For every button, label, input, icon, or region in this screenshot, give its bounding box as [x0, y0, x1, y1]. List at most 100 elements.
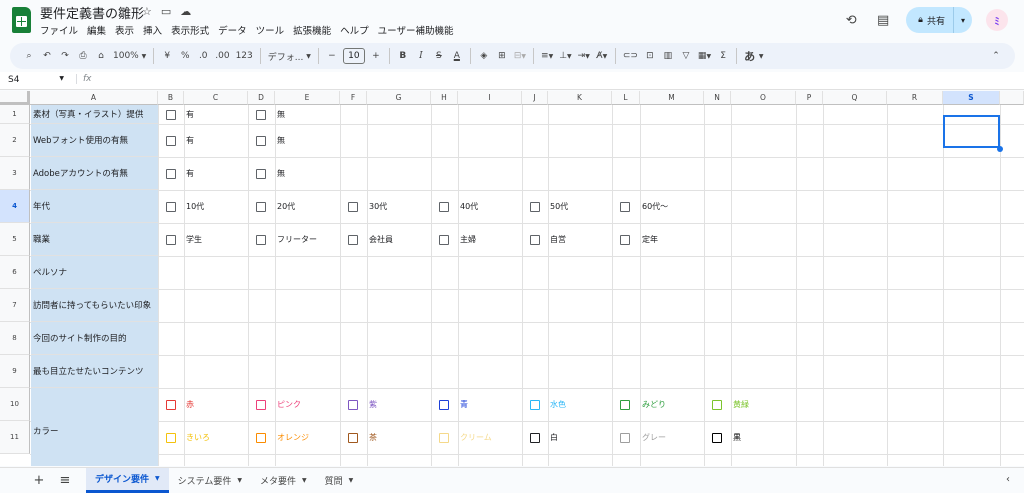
column-header-r[interactable]: R [887, 91, 943, 105]
color-checkbox[interactable] [620, 399, 630, 410]
decrease-decimal-button[interactable]: .0 [194, 46, 212, 66]
label-cell[interactable]: カラー [31, 388, 158, 466]
collapse-toolbar-icon[interactable]: ⌃ [987, 46, 1005, 66]
checkbox[interactable] [256, 168, 266, 179]
undo-icon[interactable]: ↶ [38, 46, 56, 66]
font-size-input[interactable]: 10 [342, 48, 365, 64]
history-icon[interactable]: ⟲ [842, 13, 860, 28]
spreadsheet-grid[interactable]: A B C D E F G H I J K L M N O P Q R S 1 2 3 4 5 6 7 8 9 10 11 素材（写真・イラ… [0, 91, 1024, 466]
redo-icon[interactable]: ↷ [56, 46, 74, 66]
borders-icon[interactable]: ⊞ [493, 46, 511, 66]
color-checkbox[interactable] [166, 432, 176, 443]
color-checkbox[interactable] [348, 399, 358, 410]
add-sheet-icon[interactable]: + [26, 473, 52, 488]
checkbox[interactable] [439, 201, 449, 212]
all-sheets-icon[interactable]: ≡ [52, 473, 78, 488]
row-header-1[interactable]: 1 [0, 105, 30, 124]
text-rotation-icon[interactable]: A̸ ▼ [593, 46, 611, 66]
sheet-tab[interactable]: デザイン要件 ▼ [86, 467, 169, 493]
checkbox[interactable] [256, 135, 266, 146]
menu-edit[interactable]: 編集 [87, 23, 106, 37]
label-cell[interactable]: 今回のサイト制作の目的 [31, 322, 158, 355]
column-header-o[interactable]: O [731, 91, 796, 105]
horizontal-align-icon[interactable]: ≡ ▼ [538, 46, 556, 66]
star-icon[interactable]: ☆ [142, 5, 152, 18]
text-color-icon[interactable]: A [448, 46, 466, 66]
row-header-2[interactable]: 2 [0, 124, 30, 157]
checkbox[interactable] [256, 109, 266, 120]
checkbox[interactable] [166, 168, 176, 179]
label-cell[interactable]: Adobeアカウントの有無 [31, 157, 158, 190]
label-cell[interactable]: Webフォント使用の有無 [31, 124, 158, 157]
sheet-tab-menu-icon[interactable]: ▼ [155, 475, 160, 482]
comment-icon[interactable]: ▤ [874, 13, 892, 28]
filter-views-icon[interactable]: ▦ ▼ [695, 46, 714, 66]
checkbox[interactable] [530, 201, 540, 212]
insert-comment-icon[interactable]: ⊡ [641, 46, 659, 66]
italic-icon[interactable]: I [412, 46, 430, 66]
color-checkbox[interactable] [439, 432, 449, 443]
menu-help[interactable]: ヘルプ [340, 23, 369, 37]
sheet-tab[interactable]: 質問 ▼ [316, 468, 363, 493]
input-tools-button[interactable]: あ ▼ [741, 46, 766, 66]
menu-accessibility[interactable]: ユーザー補助機能 [378, 23, 454, 37]
column-header-d[interactable]: D [248, 91, 275, 105]
checkbox[interactable] [620, 234, 630, 245]
checkbox[interactable] [166, 234, 176, 245]
name-box-dropdown-icon[interactable]: ▼ [59, 75, 64, 85]
color-checkbox[interactable] [530, 399, 540, 410]
paint-format-icon[interactable]: ⌂ [92, 46, 110, 66]
column-header-b[interactable]: B [158, 91, 184, 105]
sheet-tab-menu-icon[interactable]: ▼ [237, 477, 242, 484]
checkbox[interactable] [166, 201, 176, 212]
functions-icon[interactable]: Σ [714, 46, 732, 66]
column-header-p[interactable]: P [796, 91, 823, 105]
menu-data[interactable]: データ [218, 23, 247, 37]
row-header-9[interactable]: 9 [0, 355, 30, 388]
checkbox[interactable] [620, 201, 630, 212]
menu-view[interactable]: 表示 [115, 23, 134, 37]
color-checkbox[interactable] [166, 399, 176, 410]
search-icon[interactable]: ⌕ [20, 46, 38, 66]
font-size-increase-icon[interactable]: + [367, 46, 385, 66]
row-header-8[interactable]: 8 [0, 322, 30, 355]
color-checkbox[interactable] [256, 432, 266, 443]
selected-cell[interactable] [943, 115, 1000, 148]
increase-decimal-button[interactable]: .00 [212, 46, 232, 66]
color-checkbox[interactable] [439, 399, 449, 410]
row-header-6[interactable]: 6 [0, 256, 30, 289]
label-cell[interactable]: 職業 [31, 223, 158, 256]
checkbox[interactable] [348, 201, 358, 212]
checkbox[interactable] [166, 109, 176, 120]
column-header-h[interactable]: H [431, 91, 458, 105]
column-header-c[interactable]: C [184, 91, 248, 105]
sheet-tab[interactable]: メタ要件 ▼ [251, 468, 316, 493]
label-cell[interactable]: ペルソナ [31, 256, 158, 289]
collapse-sidebar-icon[interactable]: ‹ [1006, 474, 1010, 485]
label-cell[interactable]: 年代 [31, 190, 158, 223]
checkbox[interactable] [348, 234, 358, 245]
share-button[interactable]: 🔒︎ 共有 [906, 7, 954, 33]
avatar[interactable]: ﾐ [986, 9, 1008, 31]
label-cell[interactable]: 最も目立たせたいコンテンツ [31, 355, 158, 388]
color-checkbox[interactable] [348, 432, 358, 443]
column-header-a[interactable]: A [30, 91, 158, 105]
color-checkbox[interactable] [530, 432, 540, 443]
sheet-tab-menu-icon[interactable]: ▼ [349, 477, 354, 484]
text-wrapping-icon[interactable]: ⇥ ▼ [575, 46, 593, 66]
column-header-j[interactable]: J [522, 91, 548, 105]
font-size-decrease-icon[interactable]: − [323, 46, 341, 66]
menu-file[interactable]: ファイル [40, 23, 78, 37]
column-header-f[interactable]: F [340, 91, 367, 105]
move-folder-icon[interactable]: ▭ [161, 5, 171, 18]
checkbox[interactable] [256, 234, 266, 245]
cloud-status-icon[interactable]: ☁ [180, 5, 191, 18]
checkbox[interactable] [530, 234, 540, 245]
sheet-tab[interactable]: システム要件 ▼ [169, 468, 251, 493]
column-header-i[interactable]: I [458, 91, 522, 105]
print-icon[interactable]: ⎙ [74, 46, 92, 66]
insert-link-icon[interactable]: ⊂⊃ [620, 46, 641, 66]
label-cell[interactable]: 訪問者に持ってもらいたい印象 [31, 289, 158, 322]
row-header-11[interactable]: 11 [0, 421, 30, 454]
fill-handle[interactable] [997, 146, 1003, 152]
